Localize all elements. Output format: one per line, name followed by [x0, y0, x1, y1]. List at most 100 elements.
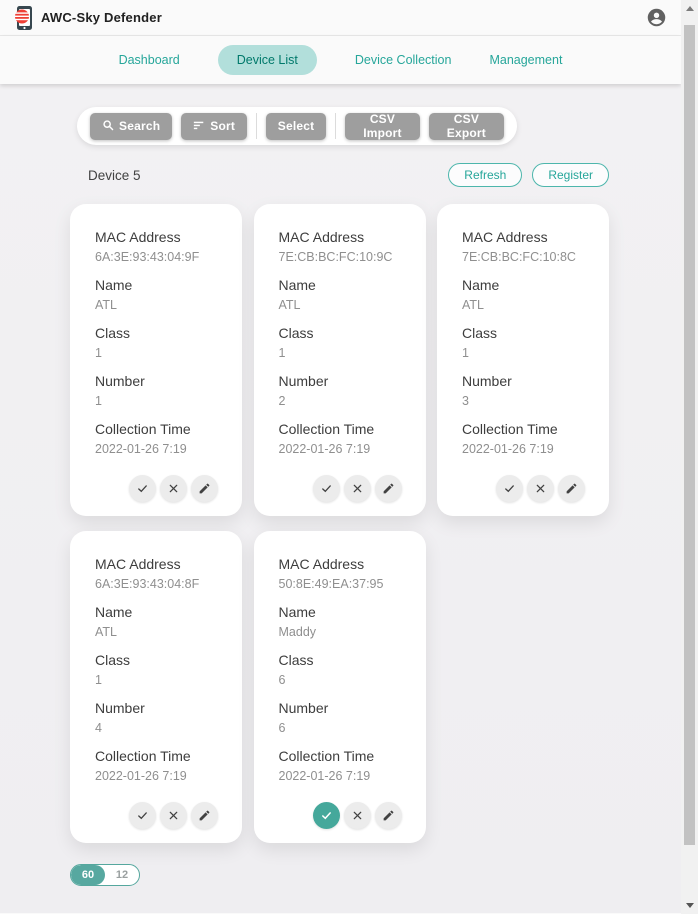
account-icon[interactable]: [646, 7, 667, 28]
app-logo-icon: [12, 5, 34, 31]
tab-device-collection[interactable]: Device Collection: [355, 53, 452, 67]
mac-value: 50:8E:49:EA:37:95: [279, 574, 408, 594]
reject-button[interactable]: [160, 475, 187, 502]
collection-time-label: Collection Time: [462, 419, 591, 439]
class-label: Class: [95, 323, 224, 343]
search-button-label: Search: [119, 119, 160, 133]
collection-time-value: 2022-01-26 7:19: [279, 766, 408, 786]
main-nav: Dashboard Device List Device Collection …: [0, 36, 681, 84]
refresh-button[interactable]: Refresh: [448, 163, 522, 187]
number-value: 3: [462, 391, 591, 411]
number-label: Number: [95, 371, 224, 391]
device-card: MAC Address7E:CB:BC:FC:10:8C NameATL Cla…: [437, 204, 609, 516]
approve-button[interactable]: [129, 475, 156, 502]
class-label: Class: [279, 323, 408, 343]
scrollbar-thumb[interactable]: [684, 25, 695, 845]
device-card: MAC Address6A:3E:93:43:04:9F NameATL Cla…: [70, 204, 242, 516]
reject-button[interactable]: [160, 802, 187, 829]
class-label: Class: [279, 650, 408, 670]
reject-button[interactable]: [527, 475, 554, 502]
search-button[interactable]: Search: [90, 113, 172, 140]
name-value: Maddy: [279, 622, 408, 642]
tab-management[interactable]: Management: [489, 53, 562, 67]
edit-button[interactable]: [191, 802, 218, 829]
select-button[interactable]: Select: [266, 113, 327, 140]
name-value: ATL: [279, 295, 408, 315]
summary-row: Device 5 Refresh Register: [0, 163, 681, 187]
collection-time-label: Collection Time: [279, 419, 408, 439]
class-value: 1: [279, 343, 408, 363]
device-card: MAC Address50:8E:49:EA:37:95 NameMaddy C…: [254, 531, 426, 843]
collection-time-value: 2022-01-26 7:19: [95, 766, 224, 786]
arrow-up-icon: [686, 6, 694, 11]
class-label: Class: [95, 650, 224, 670]
collection-time-value: 2022-01-26 7:19: [279, 439, 408, 459]
tab-dashboard[interactable]: Dashboard: [119, 53, 180, 67]
device-card-grid: MAC Address6A:3E:93:43:04:9F NameATL Cla…: [70, 204, 609, 843]
mac-value: 7E:CB:BC:FC:10:8C: [462, 247, 591, 267]
name-value: ATL: [95, 295, 224, 315]
collection-time-label: Collection Time: [95, 419, 224, 439]
name-label: Name: [462, 275, 591, 295]
class-value: 1: [95, 343, 224, 363]
csv-import-button[interactable]: CSV Import: [345, 113, 420, 140]
scroll-down-button[interactable]: [681, 897, 698, 914]
number-label: Number: [279, 698, 408, 718]
number-label: Number: [95, 698, 224, 718]
name-label: Name: [279, 602, 408, 622]
csv-export-button[interactable]: CSV Export: [429, 113, 504, 140]
page-size-option-60[interactable]: 60: [71, 865, 105, 885]
number-value: 6: [279, 718, 408, 738]
device-count-label: Device 5: [88, 168, 141, 183]
name-label: Name: [279, 275, 408, 295]
sort-button-label: Sort: [210, 119, 235, 133]
number-label: Number: [279, 371, 408, 391]
approve-button-active[interactable]: [313, 802, 340, 829]
scrollbar[interactable]: [681, 0, 698, 914]
name-label: Name: [95, 275, 224, 295]
mac-label: MAC Address: [279, 554, 408, 574]
reject-button[interactable]: [344, 802, 371, 829]
number-value: 2: [279, 391, 408, 411]
app-window: AWC-Sky Defender Dashboard Device List D…: [0, 0, 681, 914]
register-button[interactable]: Register: [532, 163, 609, 187]
toolbar: Search Sort Select CSV Import CSV Export: [77, 107, 517, 145]
class-value: 1: [95, 670, 224, 690]
reject-button[interactable]: [344, 475, 371, 502]
app-title: AWC-Sky Defender: [41, 10, 162, 25]
mac-value: 6A:3E:93:43:04:8F: [95, 574, 224, 594]
edit-button[interactable]: [558, 475, 585, 502]
device-card: MAC Address6A:3E:93:43:04:8F NameATL Cla…: [70, 531, 242, 843]
approve-button[interactable]: [129, 802, 156, 829]
sort-button[interactable]: Sort: [181, 113, 247, 140]
page-size-option-12[interactable]: 12: [105, 865, 139, 885]
number-value: 1: [95, 391, 224, 411]
approve-button[interactable]: [496, 475, 523, 502]
search-icon: [102, 119, 114, 134]
number-label: Number: [462, 371, 591, 391]
edit-button[interactable]: [375, 475, 402, 502]
mac-label: MAC Address: [95, 227, 224, 247]
collection-time-value: 2022-01-26 7:19: [95, 439, 224, 459]
mac-value: 6A:3E:93:43:04:9F: [95, 247, 224, 267]
scroll-up-button[interactable]: [681, 0, 698, 17]
app-header: AWC-Sky Defender: [0, 0, 681, 36]
mac-label: MAC Address: [279, 227, 408, 247]
device-card: MAC Address7E:CB:BC:FC:10:9C NameATL Cla…: [254, 204, 426, 516]
class-label: Class: [462, 323, 591, 343]
tab-device-list[interactable]: Device List: [218, 45, 317, 75]
edit-button[interactable]: [375, 802, 402, 829]
approve-button[interactable]: [313, 475, 340, 502]
sort-icon: [193, 119, 205, 134]
number-value: 4: [95, 718, 224, 738]
edit-button[interactable]: [191, 475, 218, 502]
mac-value: 7E:CB:BC:FC:10:9C: [279, 247, 408, 267]
name-label: Name: [95, 602, 224, 622]
collection-time-label: Collection Time: [279, 746, 408, 766]
name-value: ATL: [95, 622, 224, 642]
name-value: ATL: [462, 295, 591, 315]
class-value: 6: [279, 670, 408, 690]
mac-label: MAC Address: [95, 554, 224, 574]
mac-label: MAC Address: [462, 227, 591, 247]
toolbar-divider: [256, 113, 257, 139]
